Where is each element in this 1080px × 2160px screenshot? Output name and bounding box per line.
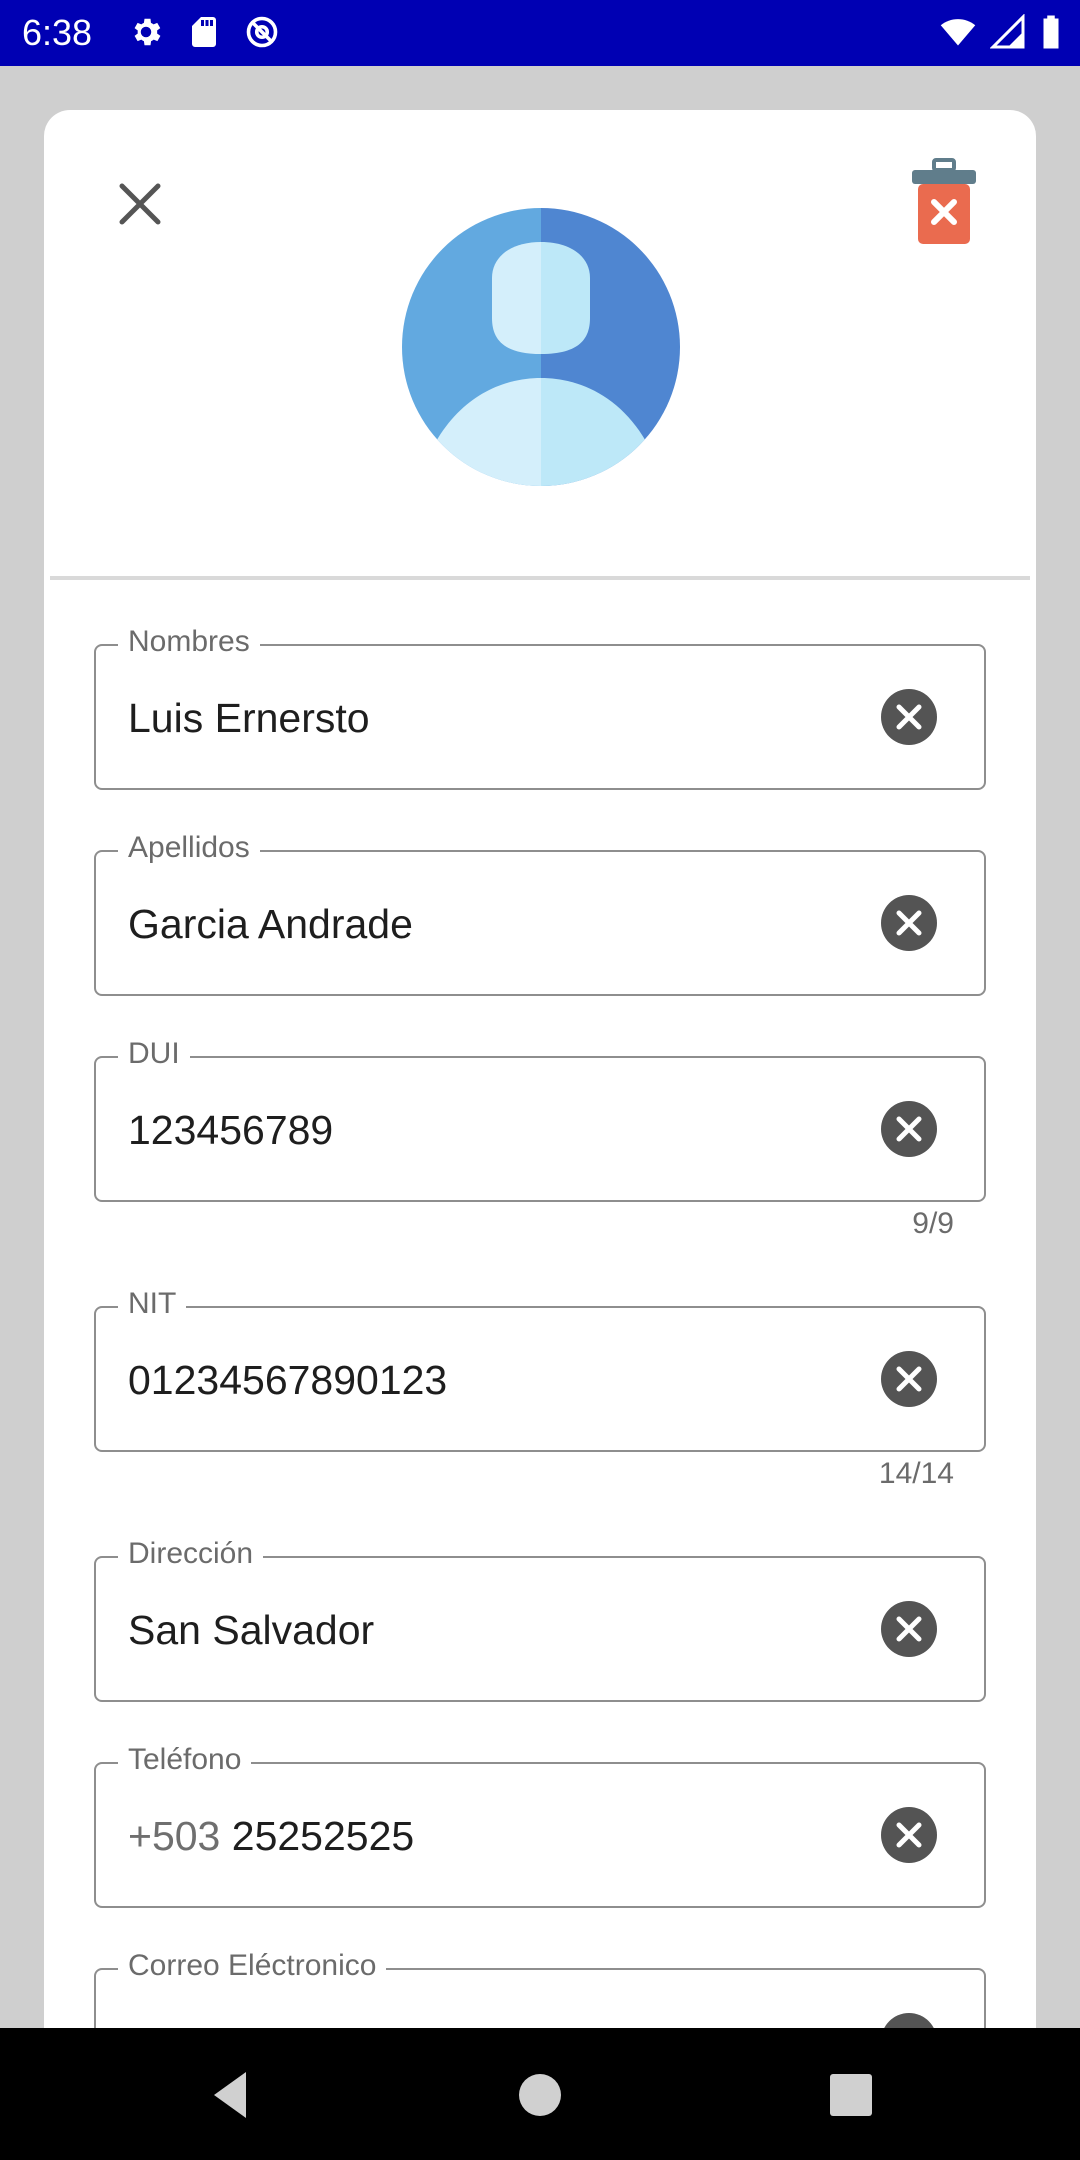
field-label: Nombres <box>118 622 260 662</box>
field-label: Correo Eléctronico <box>118 1946 387 1986</box>
field-value-text: San Salvador <box>128 1607 375 1653</box>
nit-char-counter: 14/14 <box>878 1457 954 1490</box>
clear-icon[interactable] <box>880 1600 938 1658</box>
field-value[interactable]: San Salvador <box>128 1604 374 1656</box>
clear-icon[interactable] <box>880 894 938 952</box>
home-icon[interactable] <box>503 2058 577 2132</box>
field-label: Teléfono <box>118 1740 252 1780</box>
field-value-text: 25252525 <box>231 1813 415 1859</box>
clear-icon[interactable] <box>880 1350 938 1408</box>
status-bar: 6:38 <box>0 0 1080 66</box>
back-icon[interactable] <box>194 2058 268 2132</box>
field-value-text: 123456789 <box>128 1107 334 1153</box>
field-value[interactable]: +503 25252525 <box>128 1810 414 1862</box>
status-icons-right <box>940 14 1062 50</box>
nit-field[interactable]: NIT 01234567890123 <box>94 1284 986 1452</box>
field-value-text: 01234567890123 <box>128 1357 448 1403</box>
navigation-bar <box>0 2028 1080 2160</box>
trash-delete-icon <box>912 158 976 244</box>
clear-icon[interactable] <box>880 1806 938 1864</box>
dui-field[interactable]: DUI 123456789 <box>94 1034 986 1202</box>
apellidos-field[interactable]: Apellidos Garcia Andrade <box>94 828 986 996</box>
field-value[interactable]: 01234567890123 <box>128 1354 447 1406</box>
clear-icon[interactable] <box>880 688 938 746</box>
field-label: DUI <box>118 1034 190 1074</box>
at-sign-icon <box>244 14 280 50</box>
dui-char-counter: 9/9 <box>912 1207 954 1240</box>
field-value[interactable]: Garcia Andrade <box>128 898 413 950</box>
field-value-text: Luis Ernersto <box>128 695 370 741</box>
status-time: 6:38 <box>22 12 93 53</box>
header-divider <box>50 576 1030 580</box>
signal-icon <box>990 14 1026 50</box>
field-value-text: Garcia Andrade <box>128 901 413 947</box>
status-icons-left <box>128 14 280 50</box>
phone-prefix: +503 <box>128 1813 221 1859</box>
field-value[interactable]: Luis Ernersto <box>128 692 370 744</box>
field-label: Apellidos <box>118 828 260 868</box>
field-label: NIT <box>118 1284 187 1324</box>
recents-icon[interactable] <box>814 2058 888 2132</box>
contact-edit-card: Nombres Luis Ernersto Apellidos Garcia A… <box>44 110 1036 2160</box>
field-label: Dirección <box>118 1534 264 1574</box>
clear-icon[interactable] <box>880 1100 938 1158</box>
close-icon <box>119 183 161 225</box>
gear-icon <box>128 14 164 50</box>
field-value[interactable]: 123456789 <box>128 1104 333 1156</box>
telefono-field[interactable]: Teléfono +503 25252525 <box>94 1740 986 1908</box>
battery-icon <box>1040 14 1062 50</box>
nombres-field[interactable]: Nombres Luis Ernersto <box>94 622 986 790</box>
user-avatar-icon <box>402 208 680 486</box>
wifi-icon <box>940 14 976 50</box>
delete-button[interactable] <box>904 158 984 248</box>
sd-card-icon <box>186 14 222 50</box>
direccion-field[interactable]: Dirección San Salvador <box>94 1534 986 1702</box>
avatar[interactable] <box>402 208 680 486</box>
close-button[interactable] <box>100 164 180 244</box>
